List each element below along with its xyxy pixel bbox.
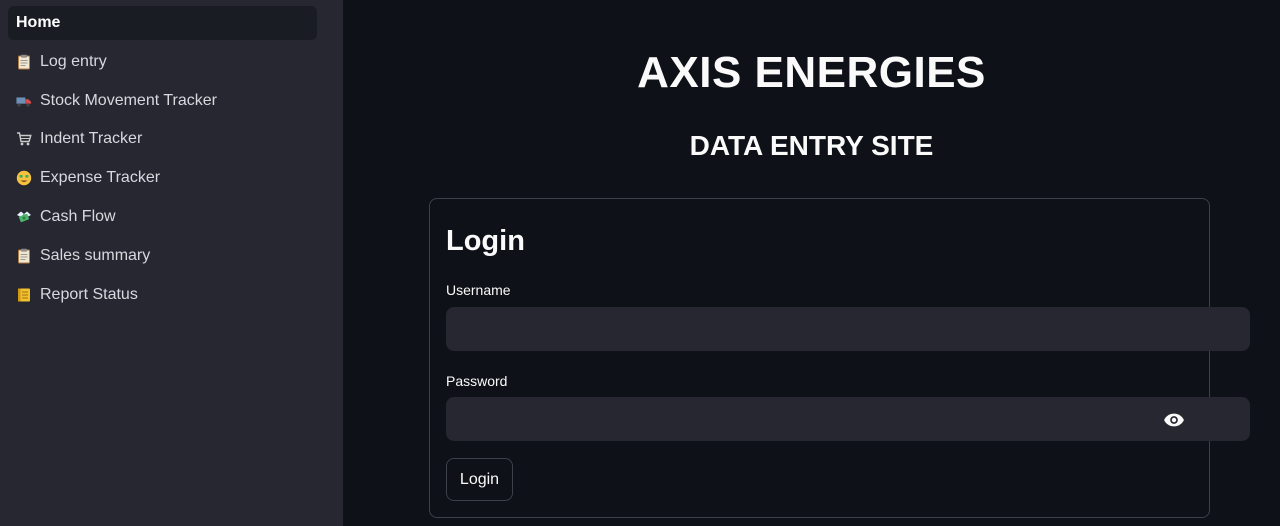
page-title: AXIS ENERGIES — [637, 48, 986, 97]
sidebar-item-label: Home — [16, 14, 61, 31]
sidebar-item-cash-flow[interactable]: Cash Flow — [8, 200, 317, 234]
main-content: AXIS ENERGIES DATA ENTRY SITE Login User… — [343, 0, 1280, 526]
clipboard-icon — [16, 248, 32, 264]
sidebar-item-expense-tracker[interactable]: Expense Tracker — [8, 161, 317, 195]
sidebar-item-label: Log entry — [40, 52, 107, 70]
sidebar-item-label: Indent Tracker — [40, 130, 143, 148]
cart-icon — [16, 131, 32, 147]
sidebar-item-label: Report Status — [40, 285, 138, 303]
username-input[interactable] — [446, 307, 1250, 351]
username-label: Username — [446, 282, 511, 298]
sidebar-item-report-status[interactable]: Report Status — [8, 278, 317, 312]
sidebar-item-label: Cash Flow — [40, 207, 116, 225]
password-label: Password — [446, 373, 508, 389]
page-subtitle: DATA ENTRY SITE — [689, 130, 934, 161]
sidebar: Home Log entry Stock Movement Tracker In… — [0, 0, 343, 526]
truck-icon — [16, 93, 32, 109]
login-heading: Login — [446, 225, 525, 257]
sidebar-item-label: Stock Movement Tracker — [40, 91, 217, 109]
flying-money-icon — [16, 209, 32, 225]
clipboard-icon — [16, 54, 32, 70]
sidebar-item-label: Sales summary — [40, 246, 151, 264]
sidebar-item-log-entry[interactable]: Log entry — [8, 45, 317, 79]
password-input[interactable] — [446, 397, 1250, 441]
ledger-icon — [16, 287, 32, 303]
login-form: Login Username Password Login — [429, 198, 1250, 518]
sidebar-item-indent-tracker[interactable]: Indent Tracker — [8, 122, 317, 156]
sidebar-item-sales-summary[interactable]: Sales summary — [8, 239, 317, 273]
app-root: Home Log entry Stock Movement Tracker In… — [0, 0, 1280, 526]
sidebar-item-label: Expense Tracker — [40, 169, 161, 187]
money-face-icon — [16, 170, 32, 186]
eye-icon[interactable] — [1163, 409, 1185, 431]
login-button[interactable]: Login — [446, 458, 513, 501]
sidebar-item-home[interactable]: Home — [8, 6, 317, 40]
sidebar-item-stock-movement-tracker[interactable]: Stock Movement Tracker — [8, 84, 317, 118]
